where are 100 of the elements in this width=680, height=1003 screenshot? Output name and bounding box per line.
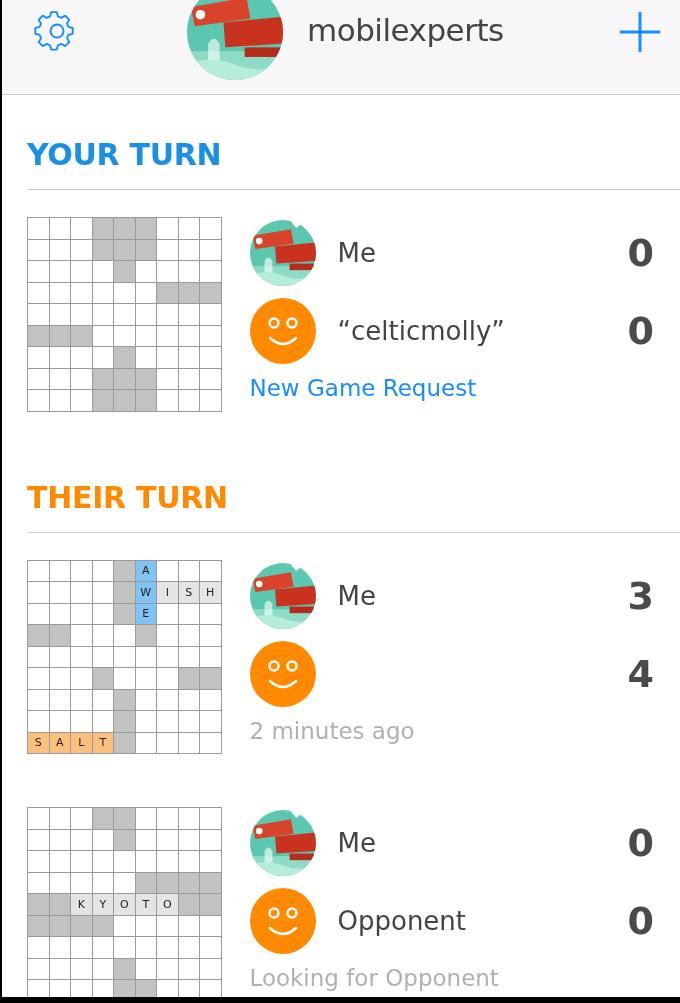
board-cell [157,603,178,624]
board-cell [157,625,178,646]
board-cell [157,560,178,581]
board-cell [135,711,156,732]
board-cell [200,829,221,850]
blocked-cell [49,915,70,936]
board-cell [135,915,156,936]
board-cell [49,872,70,893]
board-cell [28,368,49,389]
board-cell [49,560,70,581]
board-cell [71,282,92,303]
board-cell [49,218,70,239]
board-cell [71,808,92,829]
board-cell [178,851,199,872]
board-cell [28,958,49,979]
board-cell [178,603,199,624]
letter-tile: K [71,894,92,915]
section-title: YOUR TURN [27,137,680,190]
player-score: 0 [627,231,654,275]
blocked-cell [157,282,178,303]
board-cell [92,958,113,979]
board-cell [28,646,49,667]
board-cell [28,218,49,239]
letter-tile: W [135,582,156,603]
board-cell [114,668,135,689]
player-name: Opponent [337,906,467,936]
letter-tile: O [157,894,178,915]
board-cell [157,851,178,872]
blocked-cell [114,603,135,624]
blocked-cell [200,282,221,303]
board-cell [49,582,70,603]
board-cell [135,829,156,850]
board-cell [135,958,156,979]
board-cell [157,711,178,732]
board-cell [200,368,221,389]
board-cell [28,980,49,997]
board-cell [200,325,221,346]
blocked-cell [92,668,113,689]
blocked-cell [200,872,221,893]
add-icon[interactable] [620,12,660,52]
blocked-cell [92,368,113,389]
board-cell [28,304,49,325]
letter-tile: I [157,582,178,603]
blocked-cell [49,894,70,915]
board-cell [178,915,199,936]
board-cell [178,732,199,753]
player-name: Me [337,238,376,268]
board-cell [92,325,113,346]
board-cell [135,937,156,958]
board-cell [178,325,199,346]
board-cell [71,980,92,997]
blocked-cell [49,325,70,346]
board-cell [157,732,178,753]
letter-tile: T [135,894,156,915]
board-cell [157,304,178,325]
board-cell [200,980,221,997]
blocked-cell [114,829,135,850]
board-cell [49,937,70,958]
blocked-cell [135,390,156,411]
board-cell [92,851,113,872]
board-cell [28,347,49,368]
player-score: 4 [627,651,654,696]
blocked-cell [178,894,199,915]
board-cell [71,668,92,689]
board-cell [157,261,178,282]
smiley-icon [249,298,316,364]
board-cell [200,261,221,282]
blocked-cell [178,668,199,689]
blocked-cell [114,239,135,260]
board-cell [114,304,135,325]
board-cell [28,603,49,624]
board-cell [49,304,70,325]
board-cell [92,261,113,282]
blocked-cell [178,872,199,893]
board-cell [135,304,156,325]
board-cell [49,646,70,667]
board-cell [178,958,199,979]
board-cell [71,646,92,667]
board-cell [71,582,92,603]
board-cell [178,980,199,997]
letter-tile: L [71,732,92,753]
game-board[interactable]: A W I S H E S A L T [27,559,222,754]
blocked-cell [28,894,49,915]
game-board[interactable] [27,217,222,412]
blocked-cell [135,872,156,893]
board-cell [178,261,199,282]
board-cell [71,368,92,389]
blocked-cell [92,390,113,411]
board-cell [71,390,92,411]
letter-tile: A [49,732,70,753]
game-board[interactable]: K Y O T O [27,807,222,997]
blocked-cell [71,325,92,346]
blocked-cell [135,239,156,260]
board-cell [28,829,49,850]
letter-tile: T [92,732,113,753]
board-cell [92,980,113,997]
board-cell [28,239,49,260]
letter-tile: S [178,582,199,603]
board-cell [92,646,113,667]
blocked-cell [135,980,156,997]
